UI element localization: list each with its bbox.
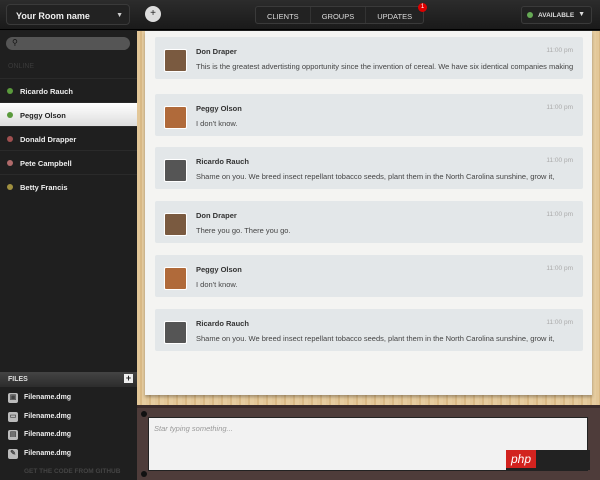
file-item[interactable]: ▣ Filename.dmg <box>0 390 137 409</box>
top-bar: Your Room name ▼ + CLIENTS GROUPS UPDATES… <box>0 0 600 30</box>
message: Ricardo Rauch 11:00 pm Shame on you. We br… <box>155 309 583 351</box>
message-text: This is the greatest advertisting opport… <box>196 62 574 71</box>
tab-groups[interactable]: GROUPS <box>311 7 367 23</box>
avatar <box>164 49 187 72</box>
message: Peggy Olson 11:00 pm I don't know. <box>155 94 583 136</box>
status-dropdown[interactable]: AVAILABLE ▼ <box>521 6 592 24</box>
user-name: Betty Francis <box>20 183 68 192</box>
files-title: FILES <box>8 376 28 383</box>
message: Don Draper 11:00 pm There you go. There yo… <box>155 201 583 243</box>
avatar <box>164 106 187 129</box>
avatar <box>164 321 187 344</box>
user-item[interactable]: Donald Drapper <box>0 126 137 150</box>
add-user-icon[interactable]: + <box>145 6 161 22</box>
tab-clients[interactable]: CLIENTS <box>256 7 311 23</box>
message-time: 11:00 pm <box>546 265 573 272</box>
user-item[interactable]: Pete Campbell <box>0 150 137 174</box>
files-header: FILES + <box>0 372 137 387</box>
message-time: 11:00 pm <box>546 47 573 54</box>
presence-dot-icon <box>7 184 13 190</box>
message-author: Ricardo Rauch <box>196 319 249 328</box>
message-author: Peggy Olson <box>196 104 242 113</box>
user-name: Donald Drapper <box>20 135 77 144</box>
search-input[interactable]: ⚲ <box>6 37 130 50</box>
file-icon: ▤ <box>8 430 18 440</box>
message-author: Don Draper <box>196 211 237 220</box>
room-name: Your Room name <box>16 11 90 21</box>
presence-dot-icon <box>7 160 13 166</box>
file-item[interactable]: ✎ Filename.dmg <box>0 446 137 465</box>
message-text: Shame on you. We breed insect repellant … <box>196 172 555 181</box>
message-text: I don't know. <box>196 280 238 289</box>
message-text: I don't know. <box>196 119 238 128</box>
file-item[interactable]: ▭ Filename.dmg <box>0 409 137 428</box>
file-name: Filename.dmg <box>24 394 72 401</box>
message-author: Don Draper <box>196 47 237 56</box>
message: Peggy Olson 11:00 pm I don't know. <box>155 255 583 297</box>
file-item[interactable]: ▤ Filename.dmg <box>0 427 137 446</box>
status-label: AVAILABLE <box>538 12 575 19</box>
search-icon: ⚲ <box>12 38 18 47</box>
message-author: Peggy Olson <box>196 265 242 274</box>
message: Don Draper 11:00 pm This is the greatest a… <box>155 37 583 79</box>
message-time: 11:00 pm <box>546 211 573 218</box>
presence-dot-icon <box>7 112 13 118</box>
message: Ricardo Rauch 11:00 pm Shame on you. We br… <box>155 147 583 189</box>
message-time: 11:00 pm <box>546 104 573 111</box>
file-icon: ✎ <box>8 448 18 459</box>
screw-icon <box>141 471 147 477</box>
avatar <box>164 267 187 290</box>
chevron-down-icon: ▼ <box>116 12 123 19</box>
message-text: Shame on you. We breed insect repellant … <box>196 334 555 343</box>
user-item[interactable]: Ricardo Rauch <box>0 78 137 102</box>
updates-badge: 1 <box>418 3 428 12</box>
presence-dot-icon <box>7 88 13 94</box>
file-icon: ▣ <box>8 393 18 403</box>
message-text: There you go. There you go. <box>196 226 291 235</box>
add-file-button[interactable]: + <box>124 374 133 383</box>
file-name: Filename.dmg <box>24 431 72 438</box>
user-name: Peggy Olson <box>20 111 66 120</box>
file-name: Filename.dmg <box>24 449 72 457</box>
user-item[interactable]: Betty Francis <box>0 174 137 198</box>
user-list: Ricardo Rauch Peggy Olson Donald Drapper Pe… <box>0 78 137 198</box>
file-list: ▣ Filename.dmg ▭ Filename.dmg ▤ Filename.dmg ✎… <box>0 390 137 464</box>
message-time: 11:00 pm <box>546 319 573 326</box>
presence-dot-icon <box>7 136 13 142</box>
main-area: Don Draper 11:00 pm This is the greatest a… <box>137 31 600 480</box>
online-label: ONLINE <box>8 63 35 70</box>
user-name: Pete Campbell <box>20 159 72 168</box>
message-list: Don Draper 11:00 pm This is the greatest a… <box>145 31 592 395</box>
message-time: 11:00 pm <box>546 157 573 164</box>
file-name: Filename.dmg <box>24 412 72 420</box>
sidebar: ⚲ ONLINE Ricardo Rauch Peggy Olson Donald … <box>0 31 137 480</box>
status-dot-icon <box>527 12 533 18</box>
avatar <box>164 159 187 182</box>
github-link[interactable]: GET THE CODE FROM GITHUB <box>24 468 120 475</box>
message-author: Ricardo Rauch <box>196 157 249 166</box>
user-name: Ricardo Rauch <box>20 87 73 96</box>
screw-icon <box>141 411 147 417</box>
chevron-down-icon: ▼ <box>578 11 585 18</box>
watermark-logo: php <box>506 450 590 470</box>
tab-updates[interactable]: UPDATES 1 <box>366 3 428 23</box>
avatar <box>164 213 187 236</box>
user-item[interactable]: Peggy Olson <box>0 102 137 126</box>
tab-updates-label: UPDATES <box>377 12 413 21</box>
room-selector[interactable]: Your Room name ▼ <box>6 4 130 25</box>
nav-tabs: CLIENTS GROUPS UPDATES 1 <box>255 3 428 24</box>
file-icon: ▭ <box>8 411 18 422</box>
